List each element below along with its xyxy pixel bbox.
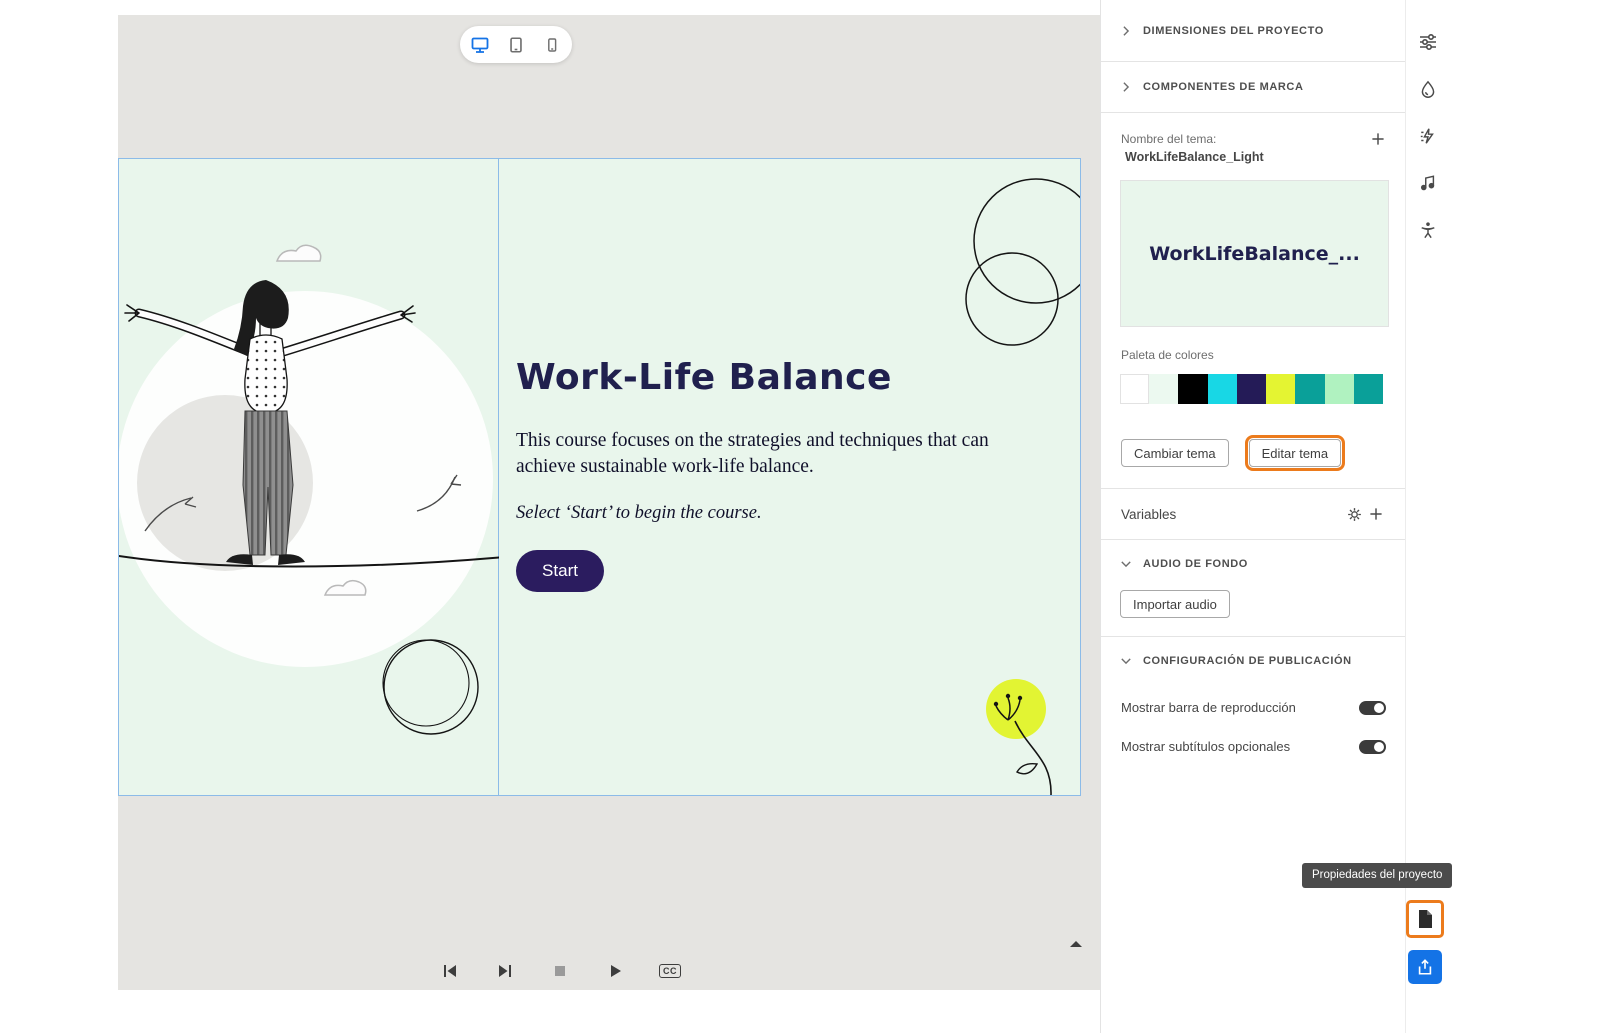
appearance-button[interactable] [1414,75,1442,103]
publish-section: CONFIGURACIÓN DE PUBLICACIÓN Mostrar bar… [1101,637,1405,797]
show-captions-label: Mostrar subtítulos opcionales [1121,739,1291,754]
playback-bar: CC [440,961,681,981]
color-palette [1120,374,1383,404]
section-brand-components[interactable]: COMPONENTES DE MARCA [1101,62,1405,113]
share-upload-icon [1418,959,1432,975]
theme-buttons-row: Cambiar tema Editar tema [1121,435,1346,471]
plus-icon [1372,133,1384,145]
closed-captions-button[interactable]: CC [659,961,681,981]
skip-forward-button[interactable] [495,961,515,981]
app-window: Work-Life Balance This course focuses on… [0,0,1600,1033]
desktop-preview-button[interactable] [466,31,494,59]
theme-name-value: WorkLifeBalance_Light [1125,150,1264,164]
slide-instruction-text[interactable]: Select ‘Start’ to begin the course. [516,503,1021,524]
section-label: DIMENSIONES DEL PROYECTO [1143,24,1324,37]
plus-icon [1370,508,1382,520]
sliders-icon [1420,33,1436,51]
add-theme-button[interactable] [1367,128,1389,150]
palette-swatch[interactable] [1353,374,1383,404]
palette-swatch[interactable] [1324,374,1354,404]
skip-forward-icon [499,965,511,977]
stop-icon [555,966,565,976]
chevron-up-icon [1070,941,1082,947]
share-button[interactable] [1408,950,1442,984]
mobile-preview-button[interactable] [538,31,566,59]
show-playbar-label: Mostrar barra de reproducción [1121,700,1296,715]
publish-section-header[interactable]: CONFIGURACIÓN DE PUBLICACIÓN [1119,654,1352,668]
variables-settings-button[interactable] [1343,503,1365,525]
variables-row: Variables [1101,489,1405,540]
device-preview-toolbar [460,26,572,63]
theme-preview[interactable]: WorkLifeBalance_... [1120,180,1389,327]
skip-back-button[interactable] [440,961,460,981]
stop-button[interactable] [550,961,570,981]
palette-swatch[interactable] [1120,374,1150,404]
chevron-right-icon [1123,25,1130,36]
closed-captions-icon: CC [659,964,681,978]
audio-button[interactable] [1414,169,1442,197]
edit-theme-button[interactable]: Editar tema [1244,435,1346,471]
mobile-icon [548,37,557,52]
theme-block: Nombre del tema: WorkLifeBalance_Light W… [1101,113,1405,489]
section-label: CONFIGURACIÓN DE PUBLICACIÓN [1143,655,1352,667]
play-icon [611,965,621,977]
show-playbar-row: Mostrar barra de reproducción [1121,700,1386,715]
balance-illustration [119,244,499,735]
slide-title[interactable]: Work-Life Balance [516,357,1021,398]
palette-label: Paleta de colores [1121,348,1214,362]
show-captions-row: Mostrar subtítulos opcionales [1121,739,1386,754]
palette-swatch[interactable] [1178,374,1208,404]
variables-label: Variables [1121,506,1177,522]
desktop-icon [471,37,489,53]
interactions-button[interactable] [1414,122,1442,150]
chevron-down-icon [1121,561,1131,568]
document-icon [1419,910,1432,928]
slide-text-block: Work-Life Balance This course focuses on… [516,357,1021,593]
show-captions-toggle[interactable] [1359,739,1386,754]
chevron-down-icon [1121,658,1131,665]
add-variable-button[interactable] [1365,503,1387,525]
audio-section-header[interactable]: AUDIO DE FONDO [1119,557,1248,571]
show-playbar-toggle[interactable] [1359,700,1386,715]
collapse-bar-button[interactable] [1068,935,1090,953]
palette-swatch[interactable] [1207,374,1237,404]
slide-body-text[interactable]: This course focuses on the strategies an… [516,428,1008,479]
project-properties-button[interactable] [1406,900,1444,938]
section-label: COMPONENTES DE MARCA [1143,81,1304,93]
tablet-icon [510,36,522,53]
palette-swatch[interactable] [1236,374,1267,404]
tooltip: Propiedades del proyecto [1302,863,1453,888]
palette-swatch[interactable] [1295,374,1325,404]
palette-swatch[interactable] [1149,374,1179,404]
change-theme-button[interactable]: Cambiar tema [1121,439,1229,467]
play-button[interactable] [605,961,625,981]
palette-swatch[interactable] [1266,374,1296,404]
accessibility-button[interactable] [1414,216,1442,244]
music-note-icon [1420,175,1435,191]
section-project-dimensions[interactable]: DIMENSIONES DEL PROYECTO [1101,0,1405,62]
import-audio-button[interactable]: Importar audio [1120,590,1230,618]
color-drop-icon [1421,80,1435,98]
canvas-area: Work-Life Balance This course focuses on… [118,15,1100,990]
interactions-icon [1420,128,1434,144]
theme-name-label: Nombre del tema: [1121,132,1217,146]
skip-back-icon [444,965,456,977]
start-button[interactable]: Start [516,550,604,593]
section-label: AUDIO DE FONDO [1143,558,1248,570]
slide-content-section: Work-Life Balance This course focuses on… [499,159,1080,795]
audio-section: AUDIO DE FONDO Importar audio [1101,540,1405,637]
tablet-preview-button[interactable] [502,31,530,59]
theme-preview-text: WorkLifeBalance_... [1149,242,1360,265]
chevron-right-icon [1123,82,1130,92]
slide-canvas[interactable]: Work-Life Balance This course focuses on… [118,158,1081,796]
slide-illustration-section [119,159,499,795]
accessibility-icon [1421,222,1435,239]
visual-properties-button[interactable] [1414,28,1442,56]
gear-icon [1347,507,1361,521]
